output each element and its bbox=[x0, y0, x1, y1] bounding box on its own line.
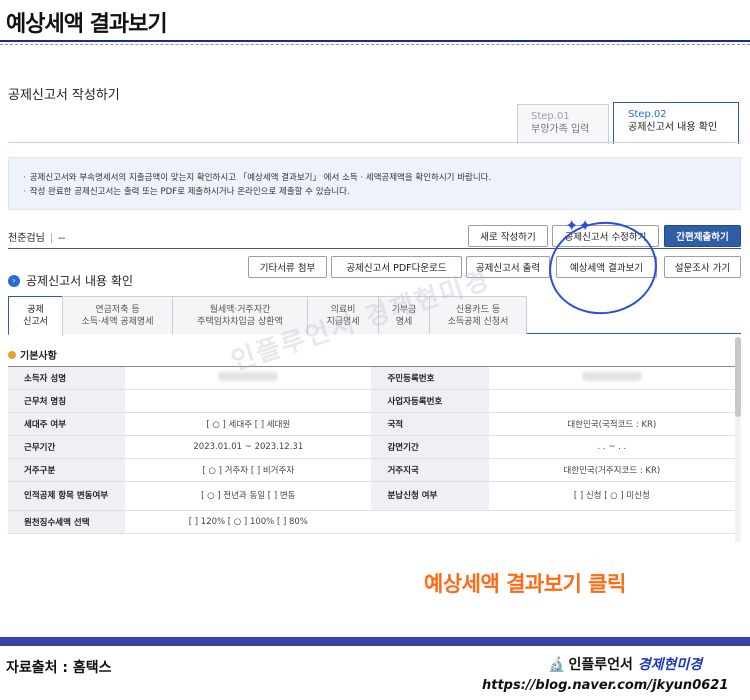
table-value bbox=[125, 389, 372, 413]
microscope-icon: 🔬 bbox=[548, 657, 566, 673]
table-label: 원천징수세액 선택 bbox=[8, 510, 126, 534]
notice-line: · 공제신고서와 부속명세서의 지출금액이 맞는지 확인하시고 「예상세액 결과보… bbox=[23, 173, 492, 183]
company-name: 천준검님 bbox=[8, 233, 45, 244]
attach-docs-button[interactable]: 기타서류 첨부 bbox=[248, 256, 327, 278]
table-label: 세대주 여부 bbox=[8, 412, 126, 436]
table-row: 근무처 명칭 사업자등록번호 bbox=[8, 389, 735, 413]
table-value: 대한민국(국적코드 : KR) bbox=[488, 412, 735, 436]
table-row: 소득자 성명 주민등록번호 bbox=[8, 366, 735, 390]
table-value bbox=[488, 389, 735, 413]
table-label: 국적 bbox=[371, 412, 489, 436]
basic-info-heading: 기본사항 bbox=[8, 347, 57, 362]
table-value: 대한민국(거주지코드 : KR) bbox=[488, 458, 735, 482]
table-row: 세대주 여부 [ ○ ] 세대주 [ ] 세대원 국적 대한민국(국적코드 : … bbox=[8, 412, 735, 436]
table-label: 거주구분 bbox=[8, 458, 126, 482]
notice-box: · 공제신고서와 부속명세서의 지출금액이 맞는지 확인하시고 「예상세액 결과보… bbox=[8, 157, 741, 210]
sparkle-icon: ✦✦ bbox=[565, 216, 592, 235]
table-empty-cell bbox=[488, 510, 735, 534]
annotation-text: 예상세액 결과보기 클릭 bbox=[424, 572, 626, 596]
steps-divider bbox=[8, 142, 741, 143]
table-label: 사업자등록번호 bbox=[371, 389, 489, 413]
table-value: [ ] 신청 [ ○ ] 미신청 bbox=[488, 481, 735, 511]
source-text: 자료출처 : 홈택스 bbox=[6, 660, 112, 676]
table-empty-cell bbox=[371, 510, 489, 534]
step-label: 공제신고서 내용 확인 bbox=[628, 122, 718, 133]
step-number: Step.02 bbox=[628, 109, 667, 120]
step-number: Step.01 bbox=[531, 111, 570, 122]
table-label: 소득자 성명 bbox=[8, 366, 126, 390]
step-tabs: Step.01 부양가족 입력 Step.02 공제신고서 내용 확인 bbox=[517, 102, 739, 144]
table-row: 거주구분 [ ○ ] 거주자 [ ] 비거주자 거주지국 대한민국(거주지코드 … bbox=[8, 458, 735, 482]
header-divider bbox=[0, 40, 750, 42]
company-value: -- bbox=[58, 233, 66, 244]
step-02-tab[interactable]: Step.02 공제신고서 내용 확인 bbox=[613, 102, 739, 144]
table-value: 2023.01.01 ~ 2023.12.31 bbox=[125, 435, 372, 459]
page-title: 공제신고서 작성하기 bbox=[8, 88, 120, 103]
header-divider-dashed bbox=[0, 44, 750, 45]
basic-info-table: 소득자 성명 주민등록번호 근무처 명칭 사업자등록번호 세대주 여부 [ ○ … bbox=[8, 366, 735, 534]
bullet-icon bbox=[8, 350, 16, 359]
step-01-tab[interactable]: Step.01 부양가족 입력 bbox=[517, 104, 609, 144]
blog-url: https://blog.naver.com/jkyun0621 bbox=[482, 678, 729, 693]
table-label: 근무기간 bbox=[8, 435, 126, 459]
company-info: 천준검님 | -- bbox=[8, 233, 66, 244]
scrollbar-thumb[interactable] bbox=[735, 337, 741, 417]
survey-button[interactable]: 설문조사 가기 bbox=[664, 256, 741, 278]
table-label: 주민등록번호 bbox=[371, 366, 489, 390]
vertical-scrollbar[interactable] bbox=[735, 337, 741, 542]
table-value: [ ○ ] 전년과 동일 [ ] 변동 bbox=[125, 481, 372, 511]
table-label: 근무처 명칭 bbox=[8, 389, 126, 413]
section-title: › 공제신고서 내용 확인 bbox=[8, 272, 133, 289]
table-value: . . ~ . . bbox=[488, 435, 735, 459]
table-value: [ ○ ] 거주자 [ ] 비거주자 bbox=[125, 458, 372, 482]
resident-number-value bbox=[488, 366, 735, 390]
table-label: 분납신청 여부 bbox=[371, 481, 489, 511]
table-value: [ ] 120% [ ○ ] 100% [ ] 80% bbox=[125, 510, 372, 534]
chevron-right-icon: › bbox=[8, 274, 20, 287]
new-write-button[interactable]: 새로 작성하기 bbox=[468, 225, 548, 247]
quick-submit-button[interactable]: 간편제출하기 bbox=[664, 225, 741, 247]
tab-deduction-report[interactable]: 공제 신고서 bbox=[8, 296, 63, 335]
step-label: 부양가족 입력 bbox=[531, 124, 590, 135]
table-label: 감면기간 bbox=[371, 435, 489, 459]
footer-bar bbox=[0, 637, 750, 646]
tab-pension-savings[interactable]: 연금저축 등 소득·세액 공제명세 bbox=[62, 296, 173, 334]
table-label: 인적공제 항목 변동여부 bbox=[8, 481, 126, 511]
table-row: 원천징수세액 선택 [ ] 120% [ ○ ] 100% [ ] 80% bbox=[8, 510, 735, 534]
table-label: 거주지국 bbox=[371, 458, 489, 482]
brand-text: 🔬 인플루언서 경제현미경 bbox=[548, 657, 703, 673]
header-title: 예상세액 결과보기 bbox=[6, 12, 168, 37]
table-row: 근무기간 2023.01.01 ~ 2023.12.31 감면기간 . . ~ … bbox=[8, 435, 735, 459]
notice-line: · 작성 완료한 공제신고서는 출력 또는 PDF로 제출하시거나 온라인으로 제… bbox=[23, 187, 350, 197]
table-row: 인적공제 항목 변동여부 [ ○ ] 전년과 동일 [ ] 변동 분납신청 여부… bbox=[8, 481, 735, 511]
table-value: [ ○ ] 세대주 [ ] 세대원 bbox=[125, 412, 372, 436]
